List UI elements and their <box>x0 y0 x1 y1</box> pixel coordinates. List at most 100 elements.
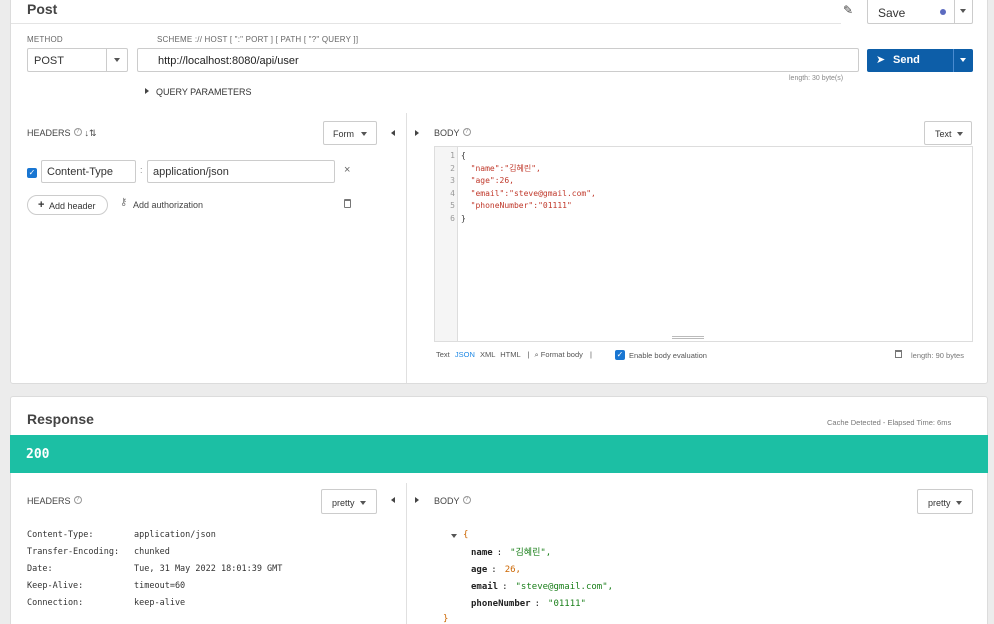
trash-icon[interactable] <box>895 350 902 358</box>
json-field: name: "김혜린", <box>471 545 613 562</box>
headers-mode-dropdown[interactable]: Form <box>323 121 377 145</box>
line-text: { <box>461 151 466 160</box>
help-icon[interactable]: ? <box>73 128 82 136</box>
body-editor[interactable]: 1{2 "name":"김혜린", 3 "age":26, 4 "email":"s… <box>434 146 973 342</box>
chevron-down-icon[interactable] <box>960 58 966 62</box>
unsaved-dot-icon <box>940 9 946 15</box>
chevron-down-icon <box>114 58 120 62</box>
json-key: name <box>471 548 493 558</box>
help-icon[interactable]: ? <box>462 128 471 136</box>
code-line: 6} <box>435 213 596 226</box>
line-number: 4 <box>450 188 455 198</box>
json-value: "steve@gmail.com", <box>515 582 614 592</box>
header-value: Tue, 31 May 2022 18:01:39 GMT <box>134 564 283 574</box>
format-text[interactable]: Text <box>436 350 450 359</box>
json-field: age:26, <box>471 562 613 579</box>
code-line: 5 "phoneNumber":"01111" <box>435 200 596 213</box>
response-json-body: name: "김혜린", age:26, email: "steve@gmail.com… <box>471 545 613 613</box>
add-authorization-link[interactable]: Add authorization <box>133 200 203 210</box>
format-body-icon: ⌕ <box>534 350 539 359</box>
panel-divider <box>406 113 407 383</box>
collapse-right-icon[interactable] <box>415 497 419 503</box>
response-header-row: Keep-Alive: timeout=60 <box>27 578 282 595</box>
collapse-left-icon[interactable] <box>391 497 395 503</box>
json-field: phoneNumber: "01111" <box>471 596 613 613</box>
response-headers-label-text: HEADERS <box>27 496 71 506</box>
json-field: email: "steve@gmail.com", <box>471 579 613 596</box>
edit-pencil-icon[interactable]: ✎ <box>843 3 853 17</box>
collapse-json-icon[interactable] <box>451 534 457 538</box>
json-open-brace: { <box>463 530 469 540</box>
response-body-mode-dropdown[interactable]: pretty <box>917 489 973 514</box>
header-key-input[interactable]: Content-Type <box>41 160 136 183</box>
format-xml[interactable]: XML <box>480 350 495 359</box>
response-headers-list: Content-Type: application/json Transfer-En… <box>27 527 282 612</box>
status-bar: 200 <box>10 435 988 473</box>
method-select[interactable]: POST <box>27 48 128 72</box>
query-parameters-toggle[interactable]: QUERY PARAMETERS <box>156 87 252 97</box>
response-body-label: BODY? <box>434 496 471 506</box>
trash-icon[interactable] <box>344 199 351 208</box>
method-value: POST <box>34 55 64 67</box>
json-colon: : <box>502 582 508 592</box>
header-enabled-checkbox[interactable]: ✓ <box>27 168 37 178</box>
save-dropdown[interactable]: Save <box>867 0 973 24</box>
headers-mode-label: Form <box>333 129 354 139</box>
add-header-button[interactable]: + Add header <box>27 195 108 215</box>
save-divider <box>954 0 955 23</box>
chevron-down-icon <box>360 501 366 505</box>
line-text: "name":"김혜린", <box>461 163 541 173</box>
remove-header-icon[interactable]: × <box>344 164 350 176</box>
format-body-link[interactable]: Format body <box>541 350 583 359</box>
code-lines: 1{2 "name":"김혜린", 3 "age":26, 4 "email":"s… <box>435 150 596 225</box>
code-line: 1{ <box>435 150 596 163</box>
enable-eval-label[interactable]: Enable body evaluation <box>629 351 707 360</box>
format-html[interactable]: HTML <box>500 350 520 359</box>
collapse-left-icon[interactable] <box>391 130 395 136</box>
header-value: chunked <box>134 547 170 557</box>
url-value: http://localhost:8080/api/user <box>158 55 299 67</box>
panel-divider <box>406 483 407 624</box>
header-value: timeout=60 <box>134 581 186 591</box>
line-number: 1 <box>450 151 455 160</box>
help-icon[interactable]: ? <box>462 496 471 504</box>
request-title: Post <box>27 1 58 17</box>
header-key: Date: <box>27 564 53 574</box>
body-label: BODY? <box>434 128 471 138</box>
separator: | <box>527 350 530 359</box>
help-icon[interactable]: ? <box>73 496 82 504</box>
url-length: length: 30 byte(s) <box>789 75 844 82</box>
header-separator: : <box>140 165 143 175</box>
line-number: 2 <box>450 163 455 173</box>
format-json[interactable]: JSON <box>455 350 475 359</box>
body-length: length: 90 bytes <box>911 351 964 360</box>
headers-label-text: HEADERS <box>27 128 71 138</box>
header-value: keep-alive <box>134 598 186 608</box>
resize-handle[interactable] <box>672 336 704 339</box>
response-header-row: Transfer-Encoding: chunked <box>27 544 282 561</box>
body-mode-label: Text <box>935 129 952 139</box>
json-key: phoneNumber <box>471 599 531 609</box>
send-divider <box>953 49 954 72</box>
response-headers-mode-dropdown[interactable]: pretty <box>321 489 377 514</box>
enable-eval-checkbox[interactable]: ✓ <box>615 350 625 360</box>
header-key-value: Content-Type <box>47 166 114 178</box>
json-close-brace: } <box>443 614 449 624</box>
json-key: email <box>471 582 499 592</box>
body-mode-dropdown[interactable]: Text <box>924 121 972 145</box>
json-colon: : <box>491 565 497 575</box>
response-headers-mode-label: pretty <box>332 498 355 508</box>
line-number: 3 <box>450 176 455 185</box>
expand-icon[interactable] <box>145 88 149 94</box>
url-input[interactable]: http://localhost:8080/api/user <box>137 48 859 72</box>
header-key: Keep-Alive: <box>27 581 84 591</box>
header-value-input[interactable]: application/json <box>147 160 335 183</box>
status-code: 200 <box>26 447 50 462</box>
send-button[interactable]: ➤ Send <box>867 49 973 72</box>
json-value: 26, <box>504 565 521 575</box>
collapse-right-icon[interactable] <box>415 130 419 136</box>
chevron-down-icon <box>956 501 962 505</box>
sort-icon[interactable]: ↓⇅ <box>85 128 97 138</box>
chevron-down-icon[interactable] <box>960 9 966 13</box>
code-line: 4 "email":"steve@gmail.com", <box>435 188 596 201</box>
